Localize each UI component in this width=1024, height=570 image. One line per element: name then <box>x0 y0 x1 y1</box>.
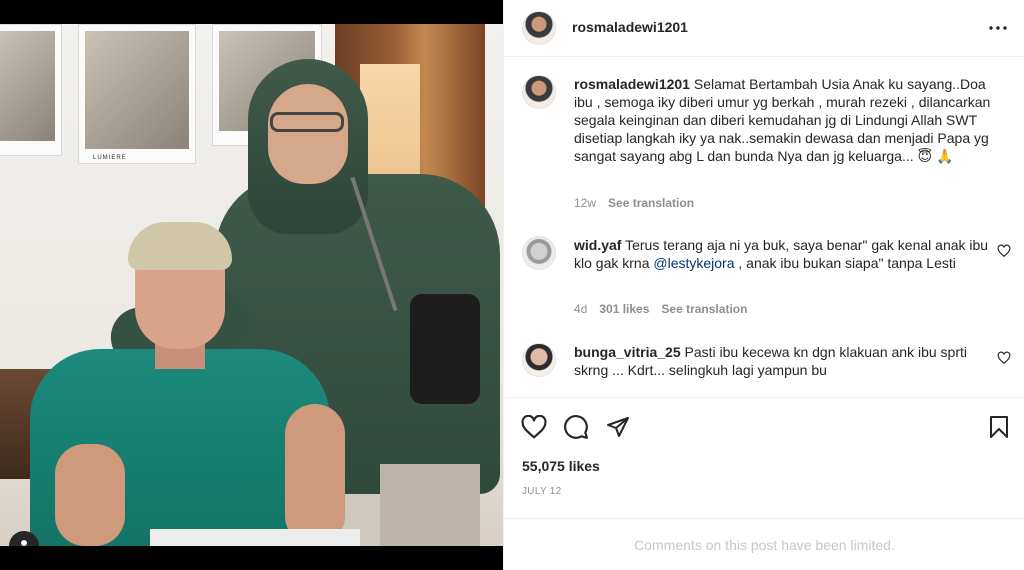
comment-icon[interactable] <box>563 414 589 440</box>
likes-count[interactable]: 55,075 likes <box>522 458 600 474</box>
comment-likes[interactable]: 301 likes <box>599 302 649 316</box>
see-translation-link[interactable]: See translation <box>608 196 694 210</box>
comment-text: bunga_vitria_25 Pasti ibu kecewa kn dgn … <box>574 344 967 378</box>
author-username[interactable]: rosmaladewi1201 <box>572 19 688 35</box>
post-side-panel: rosmaladewi1201 rosmaladewi1201 Selamat … <box>503 0 1024 570</box>
comment-username[interactable]: bunga_vitria_25 <box>574 344 681 360</box>
comments-limited-notice: Comments on this post have been limited. <box>504 518 1024 570</box>
commenter-avatar[interactable] <box>522 343 556 377</box>
author-avatar[interactable] <box>522 11 556 45</box>
post-actions: 55,075 likes JULY 12 <box>504 397 1024 518</box>
caption-username[interactable]: rosmaladewi1201 <box>574 76 690 92</box>
caption-meta: 12w See translation <box>574 196 694 210</box>
comment-like-icon[interactable] <box>997 244 1011 258</box>
share-icon[interactable] <box>605 414 631 440</box>
comment-like-icon[interactable] <box>997 351 1011 365</box>
post-media[interactable]: LUMIERE <box>0 0 503 570</box>
photo-frame-caption: LUMIERE <box>93 155 127 161</box>
commenter-avatar[interactable] <box>522 236 556 270</box>
comments-list[interactable]: rosmaladewi1201 Selamat Bertambah Usia A… <box>504 58 1024 396</box>
caption-avatar[interactable] <box>522 75 556 109</box>
photo-frame-1 <box>0 24 62 156</box>
comment-mention[interactable]: @lestykejora <box>653 255 734 271</box>
heart-icon[interactable] <box>521 414 547 440</box>
comment-username[interactable]: wid.yaf <box>574 237 621 253</box>
comment-meta: 4d 301 likes See translation <box>574 302 747 316</box>
caption-age[interactable]: 12w <box>574 196 596 210</box>
post-photo: LUMIERE <box>0 24 503 546</box>
see-translation-link[interactable]: See translation <box>661 302 747 316</box>
caption-text: rosmaladewi1201 Selamat Bertambah Usia A… <box>574 75 994 165</box>
photo-frame-2: LUMIERE <box>78 24 196 164</box>
comment-text: wid.yaf Terus terang aja ni ya buk, saya… <box>574 237 989 271</box>
bookmark-icon[interactable] <box>986 414 1012 440</box>
post-date[interactable]: JULY 12 <box>522 486 562 497</box>
post-header: rosmaladewi1201 <box>504 0 1024 57</box>
more-options-icon[interactable] <box>986 16 1010 40</box>
comment-age[interactable]: 4d <box>574 302 587 316</box>
